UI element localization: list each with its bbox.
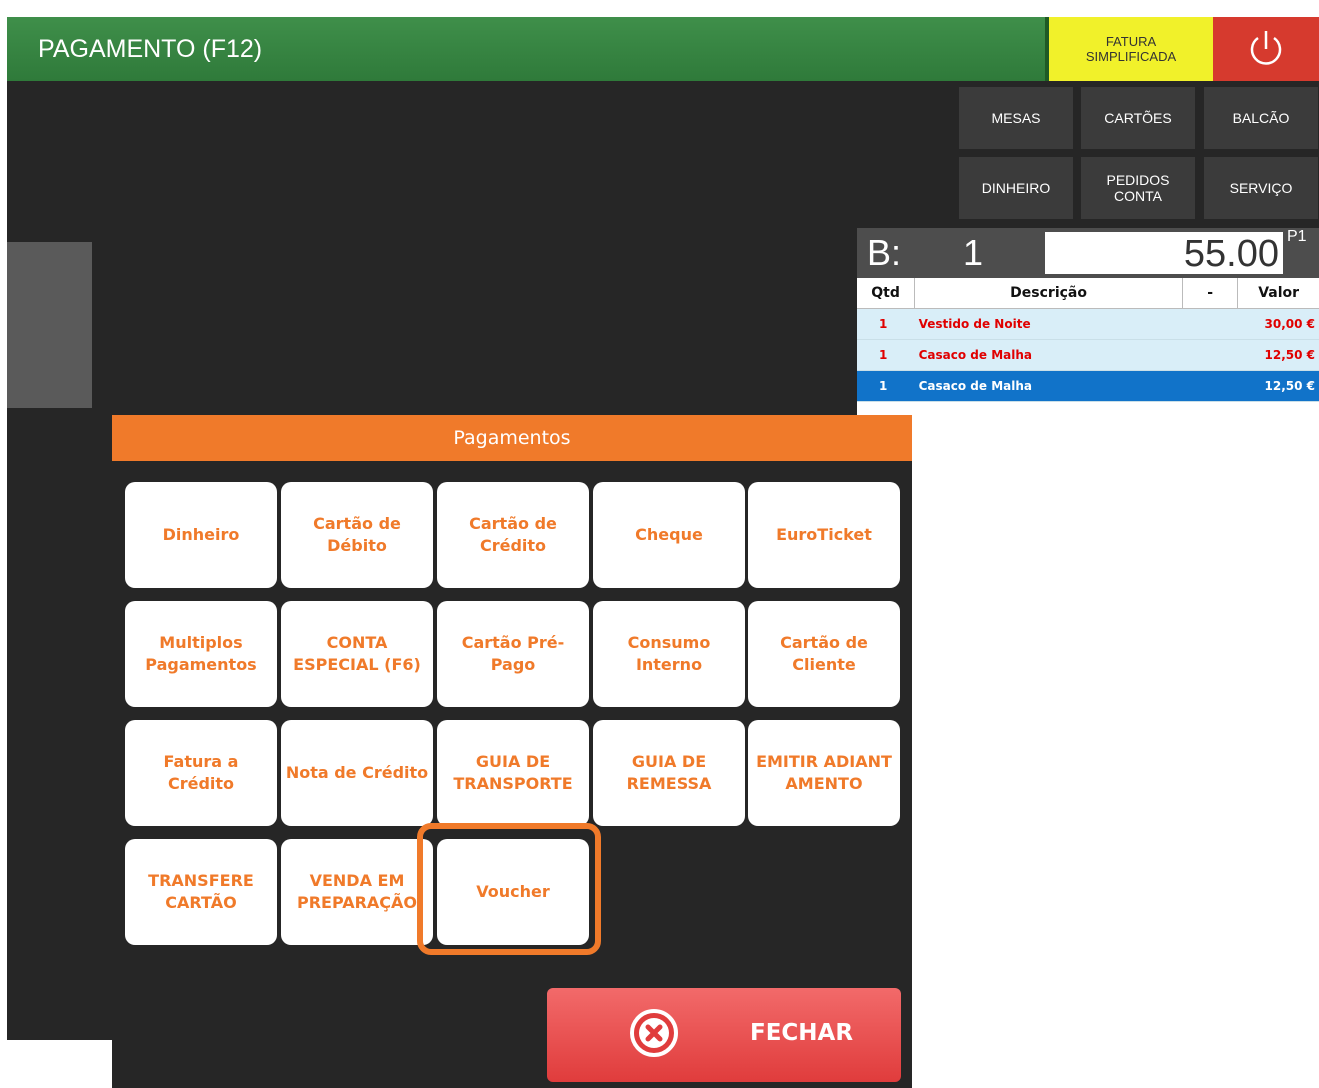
payments-dialog: Pagamentos Dinheiro Cartão de Débito Car… <box>112 415 912 1088</box>
mesas-label: MESAS <box>991 110 1041 126</box>
pay-conta-especial-button[interactable]: CONTA ESPECIAL (F6) <box>281 601 433 707</box>
dinheiro-nav-button[interactable]: DINHEIRO <box>959 157 1073 219</box>
bill-amount: 55.00 <box>1045 232 1283 275</box>
row-qty: 1 <box>857 339 915 371</box>
table-row[interactable]: 1 Vestido de Noite 30,00 € <box>857 308 1319 340</box>
row-qty: 1 <box>857 308 915 340</box>
pay-cartao-prepago-button[interactable]: Cartão Pré-Pago <box>437 601 589 707</box>
pedidos-conta-button[interactable]: PEDIDOS CONTA <box>1081 157 1195 219</box>
row-value: 30,00 € <box>1237 308 1319 340</box>
row-value: 12,50 € <box>1237 339 1319 371</box>
col-descricao: Descrição <box>914 278 1184 309</box>
pay-guia-remessa-button[interactable]: GUIA DE REMESSA <box>593 720 745 826</box>
bill-badge: P1 <box>1287 228 1307 245</box>
table-row[interactable]: 1 Casaco de Malha 12,50 € <box>857 339 1319 371</box>
row-value: 12,50 € <box>1237 370 1319 402</box>
balcao-label: BALCÃO <box>1232 110 1290 126</box>
nav-panel: MESAS CARTÕES BALCÃO DINHEIRO PEDIDOS CO… <box>857 81 1319 228</box>
page-title: PAGAMENTO (F12) <box>38 35 263 63</box>
pay-cheque-button[interactable]: Cheque <box>593 482 745 588</box>
col-valor: Valor <box>1237 278 1319 309</box>
row-desc: Casaco de Malha <box>914 370 1183 402</box>
fatura-simplificada-button[interactable]: FATURA SIMPLIFICADA <box>1045 17 1213 81</box>
pedidos-conta-label: PEDIDOS CONTA <box>1106 172 1170 204</box>
pay-nota-credito-button[interactable]: Nota de Crédito <box>281 720 433 826</box>
row-desc: Casaco de Malha <box>914 339 1183 371</box>
servico-label: SERVIÇO <box>1229 180 1293 196</box>
pay-cartao-debito-button[interactable]: Cartão de Débito <box>281 482 433 588</box>
pay-fatura-credito-button[interactable]: Fatura a Crédito <box>125 720 277 826</box>
top-bar: PAGAMENTO (F12) FATURA SIMPLIFICADA <box>7 17 1319 81</box>
pay-cartao-cliente-button[interactable]: Cartão de Cliente <box>748 601 900 707</box>
close-circle-icon <box>630 1009 678 1057</box>
bill-label: B: <box>867 232 902 273</box>
mesas-button[interactable]: MESAS <box>959 87 1073 149</box>
pay-consumo-interno-button[interactable]: Consumo Interno <box>593 601 745 707</box>
balcao-button[interactable]: BALCÃO <box>1204 87 1318 149</box>
bill-bar: B: 1 55.00 P1 <box>857 228 1319 278</box>
row-desc: Vestido de Noite <box>914 308 1183 340</box>
pay-emitir-adiantamento-button[interactable]: EMITIR ADIANTAMENTO <box>748 720 900 826</box>
pay-venda-preparacao-button[interactable]: VENDA EM PREPARAÇÃO <box>281 839 433 945</box>
cartoes-label: CARTÕES <box>1104 110 1172 126</box>
fechar-button[interactable]: FECHAR <box>547 988 901 1082</box>
bill-number: 1 <box>963 232 984 273</box>
dinheiro-nav-label: DINHEIRO <box>981 180 1051 196</box>
table-header: Qtd Descrição - Valor <box>857 278 1319 309</box>
row-empty <box>1182 370 1238 402</box>
row-empty <box>1182 308 1238 340</box>
power-icon <box>1250 31 1282 65</box>
pay-dinheiro-button[interactable]: Dinheiro <box>125 482 277 588</box>
pay-euroticket-button[interactable]: EuroTicket <box>748 482 900 588</box>
cartoes-button[interactable]: CARTÕES <box>1081 87 1195 149</box>
pay-cartao-credito-button[interactable]: Cartão de Crédito <box>437 482 589 588</box>
side-panel <box>7 242 92 408</box>
dialog-title: Pagamentos <box>112 415 912 461</box>
power-button[interactable] <box>1213 17 1319 81</box>
pay-transfere-cartao-button[interactable]: TRANSFERE CARTÃO <box>125 839 277 945</box>
fatura-simplificada-label: FATURA SIMPLIFICADA <box>1085 34 1177 64</box>
table-row-selected[interactable]: 1 Casaco de Malha 12,50 € <box>857 370 1319 402</box>
col-minus: - <box>1182 278 1239 309</box>
col-qtd: Qtd <box>857 278 916 309</box>
servico-button[interactable]: SERVIÇO <box>1204 157 1318 219</box>
fechar-label: FECHAR <box>750 1020 854 1046</box>
order-table: Qtd Descrição - Valor 1 Vestido de Noite… <box>857 278 1319 402</box>
voucher-highlight <box>417 823 601 955</box>
pay-multiplos-button[interactable]: Multiplos Pagamentos <box>125 601 277 707</box>
row-empty <box>1182 339 1238 371</box>
row-qty: 1 <box>857 370 915 402</box>
pay-guia-transporte-button[interactable]: GUIA DE TRANSPORTE <box>437 720 589 826</box>
